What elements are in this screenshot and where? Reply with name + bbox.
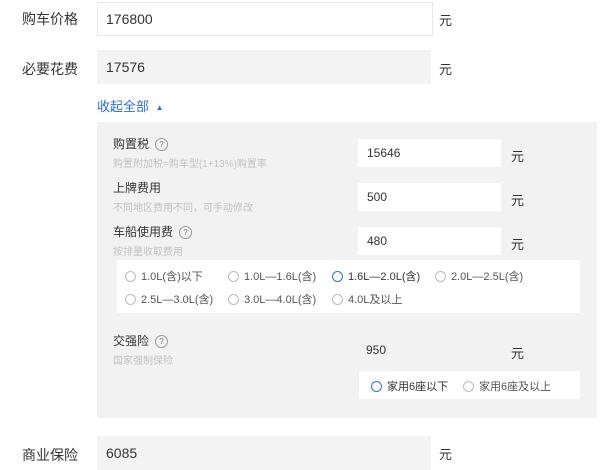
seat-option-selected[interactable]: 家用6座以下 (371, 378, 448, 394)
compulsory-insurance-label: 交强险 (113, 334, 150, 348)
collapse-all-toggle[interactable]: 收起全部 ▲ (97, 96, 164, 115)
displacement-options: 1.0L(含)以下 1.0L—1.6L(含) 1.6L—2.0L(含) 2.0L… (117, 260, 580, 313)
purchase-tax-input[interactable]: 15646 (358, 139, 501, 167)
displacement-option[interactable]: 1.0L(含)以下 (125, 268, 203, 284)
purchase-price-unit: 元 (439, 13, 453, 28)
required-fees-unit: 元 (439, 62, 453, 77)
displacement-option[interactable]: 2.5L—3.0L(含) (125, 291, 213, 307)
radio-circle-icon (463, 380, 474, 392)
compulsory-insurance-value: 950 (366, 343, 387, 357)
vessel-tax-hint: 按排量收取费用 (113, 247, 183, 258)
radio-circle-icon (435, 270, 446, 282)
displacement-option[interactable]: 4.0L及以上 (332, 291, 402, 307)
required-fees-value: 17576 (97, 50, 431, 84)
radio-circle-icon (125, 270, 136, 282)
vessel-tax-label: 车船使用费 (113, 225, 174, 239)
commercial-insurance-unit: 元 (439, 447, 453, 462)
radio-circle-icon (371, 380, 382, 392)
required-fees-label: 必要花费 (22, 61, 78, 77)
radio-circle-icon (332, 270, 343, 282)
vessel-tax-input[interactable]: 480 (358, 227, 501, 255)
help-icon[interactable]: ? (155, 138, 169, 152)
compulsory-insurance-hint: 国家强制保险 (113, 356, 173, 367)
help-icon[interactable]: ? (155, 335, 169, 349)
collapse-all-label: 收起全部 (97, 99, 150, 114)
help-icon[interactable]: ? (179, 226, 193, 240)
commercial-insurance-label: 商业保险 (22, 447, 78, 463)
compulsory-insurance-unit: 元 (511, 346, 525, 361)
radio-circle-icon (228, 270, 239, 282)
vessel-tax-unit: 元 (511, 237, 525, 252)
displacement-option[interactable]: 3.0L—4.0L(含) (228, 291, 316, 307)
seat-options: 家用6座以下 家用6座及以上 (359, 371, 580, 399)
plate-fee-hint: 不同地区费用不同，可手动修改 (113, 203, 253, 214)
plate-fee-input[interactable]: 500 (358, 183, 501, 211)
radio-circle-icon (332, 293, 343, 305)
purchase-price-input[interactable]: 176800 (97, 2, 433, 36)
purchase-price-label: 购车价格 (22, 11, 78, 27)
plate-fee-label: 上牌费用 (113, 181, 162, 195)
displacement-option[interactable]: 2.0L—2.5L(含) (435, 268, 523, 284)
displacement-option[interactable]: 1.0L—1.6L(含) (228, 268, 316, 284)
displacement-option-selected[interactable]: 1.6L—2.0L(含) (332, 268, 420, 284)
vessel-tax-label-wrap: 车船使用费? (113, 223, 193, 240)
purchase-tax-label: 购置税 (113, 137, 150, 151)
caret-up-icon: ▲ (155, 103, 164, 113)
plate-fee-unit: 元 (511, 193, 525, 208)
radio-circle-icon (125, 293, 136, 305)
compulsory-insurance-label-wrap: 交强险? (113, 332, 169, 349)
seat-option[interactable]: 家用6座及以上 (463, 378, 551, 394)
purchase-tax-unit: 元 (511, 149, 525, 164)
purchase-tax-label-wrap: 购置税? (113, 135, 169, 152)
purchase-tax-hint: 购置附加税=购车型(1+13%)购置率 (113, 159, 267, 170)
radio-circle-icon (228, 293, 239, 305)
